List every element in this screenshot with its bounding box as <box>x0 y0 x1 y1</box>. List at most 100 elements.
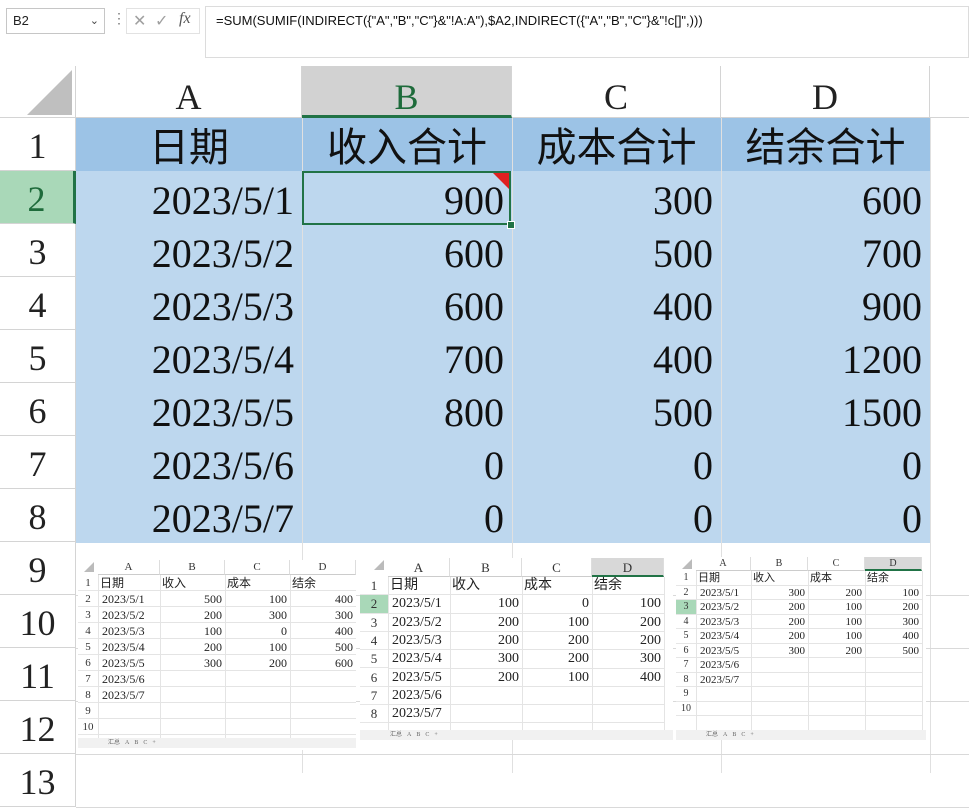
thumb-gridline <box>388 577 389 730</box>
value-cell[interactable]: 0 <box>721 436 930 489</box>
thumb-row-header: 1 <box>78 575 98 591</box>
row-header-1[interactable]: 1 <box>0 118 76 171</box>
value-cell[interactable]: 700 <box>302 330 512 383</box>
column-header-d[interactable]: D <box>721 66 930 118</box>
more-options-icon[interactable]: ⋮ <box>112 10 126 27</box>
thumb-row-gridline <box>98 718 356 719</box>
thumb-value-cell: 100 <box>269 592 287 606</box>
value-cell[interactable]: 0 <box>512 436 721 489</box>
sheet-preview-thumbnail[interactable]: A B C D 1 2 3 4 5 6 7 8 日期 收入 成本 结余 2023/5/1 100 0 100 2023/… <box>360 558 673 740</box>
value-cell[interactable]: 1200 <box>721 330 930 383</box>
thumb-row-header: 6 <box>78 655 98 671</box>
value-cell[interactable]: 700 <box>721 224 930 277</box>
value-cell[interactable]: 500 <box>512 383 721 436</box>
value-cell[interactable]: 600 <box>721 171 930 224</box>
thumb-column-header: C <box>225 560 290 575</box>
thumb-date-cell: 2023/5/1 <box>700 586 740 599</box>
thumb-column-header: B <box>751 557 808 571</box>
value-cell[interactable]: 400 <box>512 277 721 330</box>
table-header-cell[interactable]: 收入合计 <box>302 118 512 171</box>
column-header-filler <box>930 66 969 118</box>
thumb-sheet-tab: + <box>152 740 156 746</box>
cancel-icon[interactable]: ✕ <box>133 11 146 31</box>
thumb-row-header: 8 <box>360 705 388 724</box>
sheet-preview-thumbnail[interactable]: A B C D 1 2 3 4 5 6 7 8 9 10 日期 收入 成本 结余 2023/5/1 300 200 100… <box>676 557 926 740</box>
date-cell[interactable]: 2023/5/4 <box>76 330 302 383</box>
value-cell[interactable]: 0 <box>302 436 512 489</box>
column-header-b[interactable]: B <box>302 66 512 118</box>
value-cell[interactable]: 0 <box>302 489 512 542</box>
thumb-sheet-tab: C <box>143 740 148 746</box>
thumb-row-header: 9 <box>676 687 696 702</box>
row-header-7[interactable]: 7 <box>0 436 76 489</box>
value-cell[interactable]: 600 <box>302 277 512 330</box>
table-header-cell[interactable]: 日期 <box>76 118 302 171</box>
value-cell[interactable]: 600 <box>302 224 512 277</box>
thumb-sheet-tab: A <box>723 732 728 738</box>
thumb-header-cell: 收入 <box>452 578 480 593</box>
thumb-sheet-tab: + <box>750 732 754 738</box>
thumb-header-cell: 结余 <box>594 578 622 593</box>
row-header-10[interactable]: 10 <box>0 595 76 648</box>
date-cell[interactable]: 2023/5/1 <box>76 171 302 224</box>
date-cell[interactable]: 2023/5/6 <box>76 436 302 489</box>
date-cell[interactable]: 2023/5/5 <box>76 383 302 436</box>
column-header-a[interactable]: A <box>76 66 302 118</box>
confirm-icon[interactable]: ✓ <box>155 11 168 31</box>
thumb-row-header: 2 <box>78 591 98 607</box>
thumb-value-cell: 100 <box>845 601 863 613</box>
value-cell[interactable]: 800 <box>302 383 512 436</box>
row-header-5[interactable]: 5 <box>0 330 76 383</box>
thumb-row-header: 10 <box>676 702 696 716</box>
value-cell[interactable]: 0 <box>721 489 930 542</box>
row-header-12[interactable]: 12 <box>0 701 76 754</box>
row-header-9[interactable]: 9 <box>0 542 76 595</box>
value-cell[interactable]: 1500 <box>721 383 930 436</box>
column-header-c[interactable]: C <box>512 66 721 118</box>
chevron-down-icon[interactable]: ⌄ <box>90 9 99 33</box>
date-cell[interactable]: 2023/5/7 <box>76 489 302 542</box>
row-header-13[interactable]: 13 <box>0 754 76 807</box>
thumb-sheet-tab: C <box>425 732 430 738</box>
table-header-cell[interactable]: 结余合计 <box>721 118 930 171</box>
insert-function-icon[interactable]: fx <box>179 10 191 28</box>
date-cell[interactable]: 2023/5/2 <box>76 224 302 277</box>
thumb-value-cell: 100 <box>902 586 920 599</box>
thumb-value-cell: 300 <box>640 651 661 667</box>
value-cell[interactable]: 0 <box>512 489 721 542</box>
row-header-4[interactable]: 4 <box>0 277 76 330</box>
thumb-column-header: C <box>522 558 592 577</box>
thumb-header-cell: 结余 <box>867 572 889 584</box>
thumb-value-cell: 200 <box>269 656 287 670</box>
thumb-date-cell: 2023/5/6 <box>700 659 740 671</box>
comment-indicator-icon[interactable] <box>493 173 509 189</box>
thumb-sheet-tab: B <box>416 732 421 738</box>
fill-handle[interactable] <box>507 221 515 229</box>
thumb-value-cell: 400 <box>640 669 661 685</box>
date-cell[interactable]: 2023/5/3 <box>76 277 302 330</box>
thumb-date-cell: 2023/5/2 <box>102 608 145 622</box>
thumb-value-cell: 200 <box>204 640 222 654</box>
table-header-cell[interactable]: 成本合计 <box>512 118 721 171</box>
row-header-6[interactable]: 6 <box>0 383 76 436</box>
row-header-11[interactable]: 11 <box>0 648 76 701</box>
thumb-value-cell: 300 <box>788 644 806 657</box>
thumb-value-cell: 100 <box>568 614 589 630</box>
name-box[interactable]: B2 ⌄ <box>6 8 105 34</box>
thumb-row-header: 1 <box>676 571 696 586</box>
row-header-3[interactable]: 3 <box>0 224 76 277</box>
thumb-value-cell: 200 <box>640 632 661 648</box>
row-header-2[interactable]: 2 <box>0 171 76 224</box>
thumb-date-cell: 2023/5/5 <box>700 644 740 657</box>
value-cell[interactable]: 300 <box>512 171 721 224</box>
sheet-preview-thumbnail[interactable]: A B C D 1 2 3 4 5 6 7 8 9 10 日期 收入 成本 结余 2023/5/1 500 100 400… <box>78 560 356 750</box>
thumb-column-header: B <box>160 560 225 575</box>
value-cell[interactable]: 400 <box>512 330 721 383</box>
formula-input[interactable]: =SUM(SUMIF(INDIRECT({"A","B","C"}&"!A:A"… <box>205 6 969 58</box>
thumb-value-cell: 100 <box>498 596 519 612</box>
row-header-8[interactable]: 8 <box>0 489 76 542</box>
value-cell[interactable]: 900 <box>721 277 930 330</box>
value-cell[interactable]: 500 <box>512 224 721 277</box>
thumb-value-cell: 200 <box>788 601 806 613</box>
thumb-header-cell: 日期 <box>100 576 125 590</box>
